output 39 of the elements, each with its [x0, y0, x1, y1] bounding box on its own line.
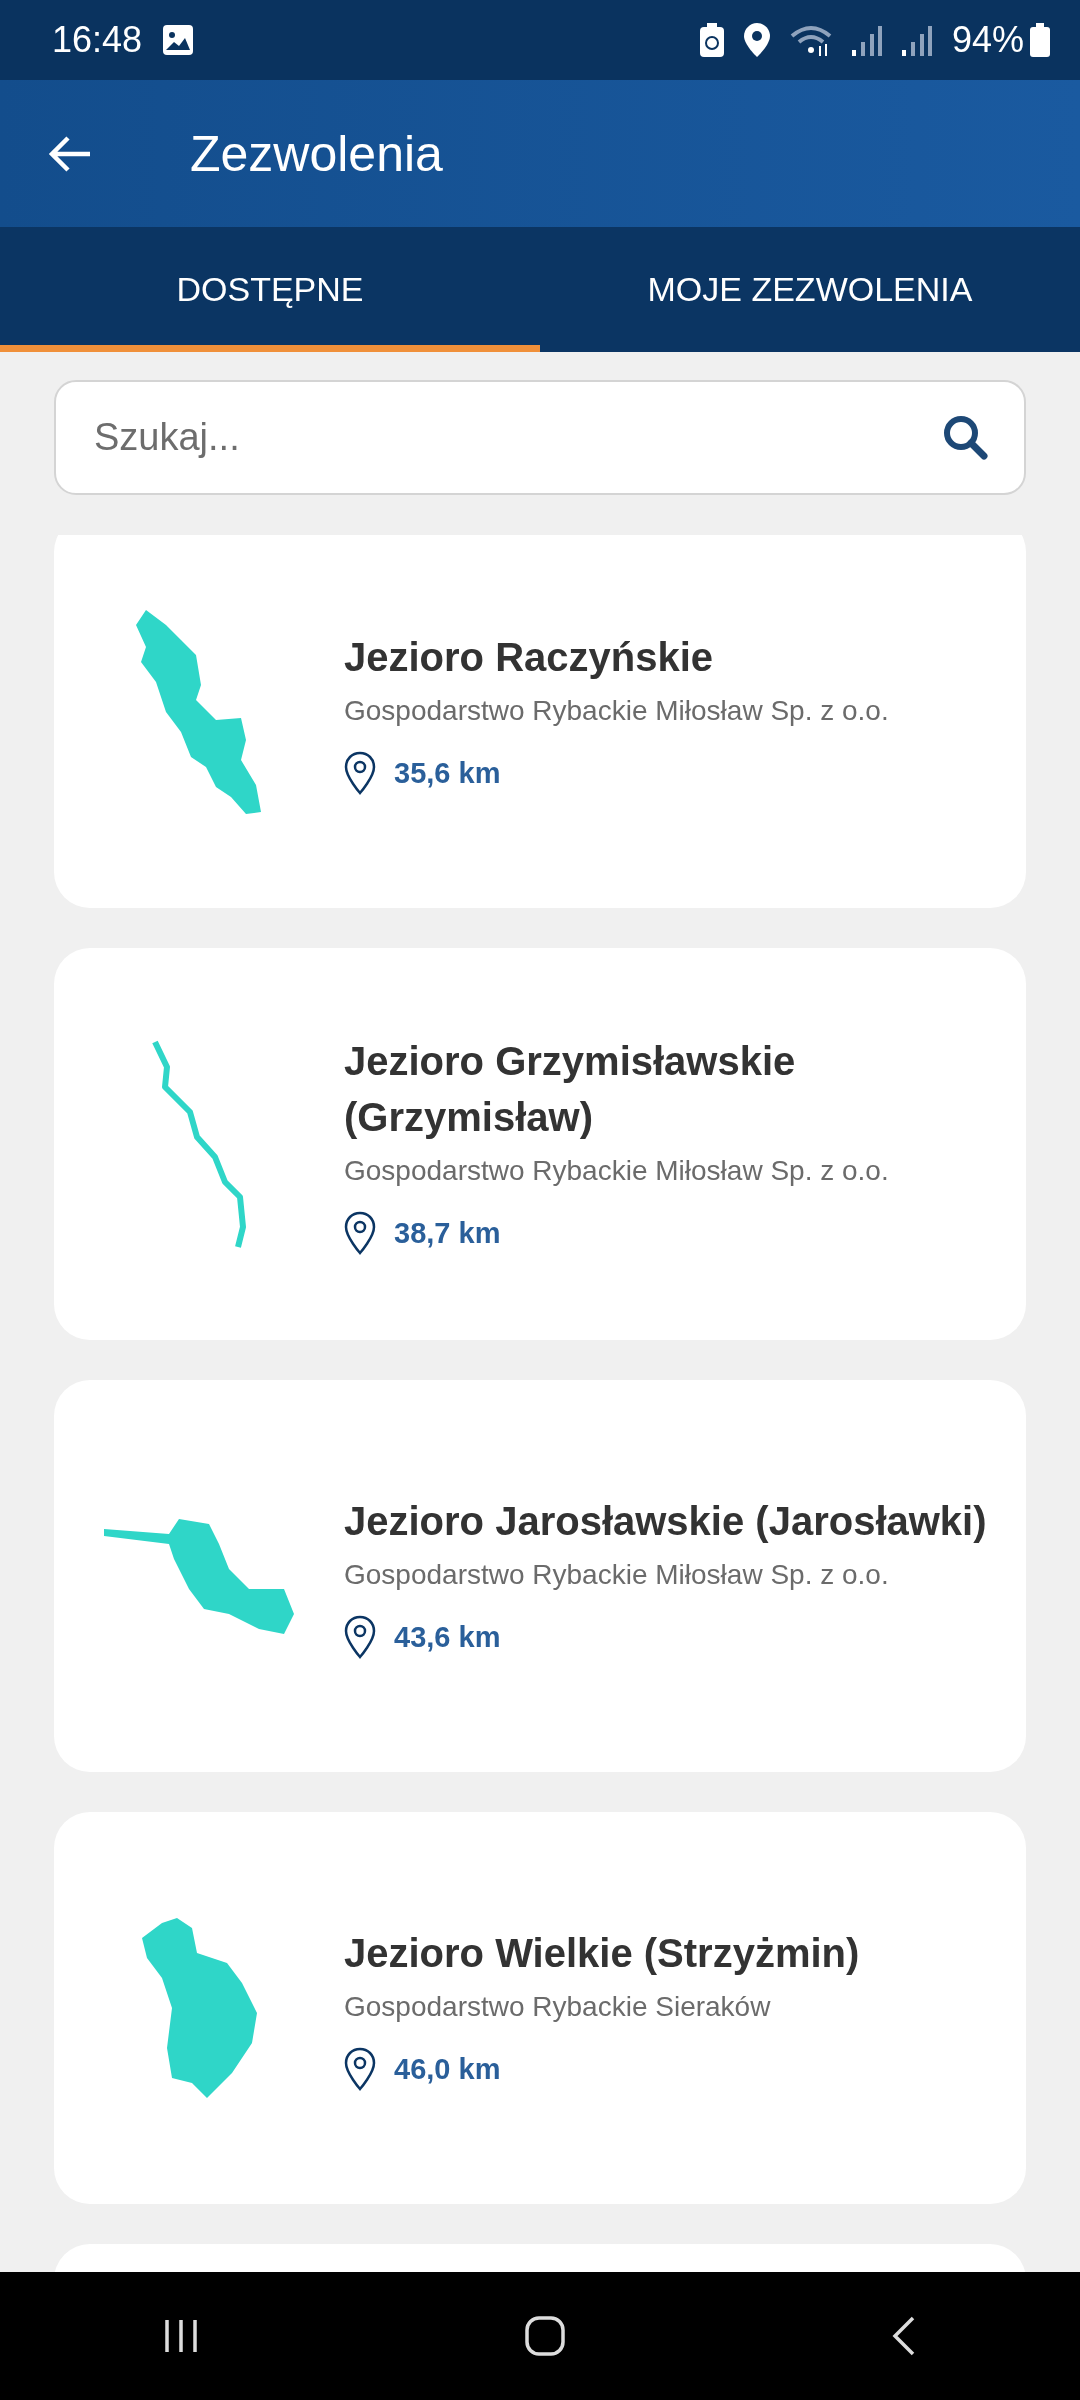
- lake-shape-icon: [102, 1516, 296, 1636]
- location-pin-icon: [344, 1211, 376, 1255]
- lake-name: Jezioro Wielkie (Strzyżmin): [344, 1930, 861, 1977]
- lake-shape-icon: [134, 608, 264, 816]
- image-icon: [162, 24, 195, 56]
- search-field[interactable]: Szukaj...: [54, 380, 1026, 495]
- tab[interactable]: DOSTĘPNE: [0, 227, 540, 352]
- search-icon: [942, 414, 988, 460]
- lake-card[interactable]: Jezioro Grzymisławskie (Grzymisław) Gospodarstwo Rybackie Miłosław Sp. z o.o. 38,7 km: [54, 948, 1026, 1340]
- lake-name: Jezioro Raczyńskie: [344, 634, 715, 681]
- lake-distance: 35,6 km: [394, 756, 501, 790]
- lake-shape-icon: [139, 1916, 259, 2100]
- signal-icon: [851, 24, 882, 56]
- lake-name: Jezioro Grzymisławskie (Grzymisław): [344, 1038, 797, 1141]
- lake-distance: 38,7 km: [394, 1216, 501, 1250]
- lake-distance: 43,6 km: [394, 1620, 501, 1654]
- tab[interactable]: MOJE ZEZWOLENIA: [540, 227, 1080, 352]
- location-icon: [743, 23, 770, 57]
- location-pin-icon: [344, 751, 376, 795]
- lake-distance: 46,0 km: [394, 2052, 501, 2086]
- back-arrow-icon: [48, 133, 92, 174]
- battery-percent: 94%: [951, 19, 1024, 61]
- battery-icon: [1030, 23, 1050, 57]
- lake-owner: Gospodarstwo Rybackie Miłosław Sp. z o.o.: [344, 695, 890, 727]
- home-icon: [524, 2315, 566, 2357]
- location-pin-icon: [344, 2047, 376, 2091]
- lake-card[interactable]: Jezioro Wielkie (Strzyżmin) Gospodarstwo Rybackie Sieraków 46,0 km: [54, 1812, 1026, 2204]
- lake-owner: Gospodarstwo Rybackie Miłosław Sp. z o.o.: [344, 1155, 890, 1187]
- lake-card[interactable]: Jezioro Raczyńskie Gospodarstwo Rybackie Miłosław Sp. z o.o. 35,6 km: [54, 535, 1026, 908]
- status-time: 16:48: [52, 19, 143, 61]
- lake-card[interactable]: Jezioro Jarosławskie (Jarosławki) Gospodarstwo Rybackie Miłosław Sp. z o.o. 43,6 km: [54, 1380, 1026, 1772]
- wifi-icon: [789, 24, 832, 56]
- battery-saver-icon: [699, 23, 724, 57]
- signal-icon: [901, 24, 932, 56]
- location-pin-icon: [344, 1615, 376, 1659]
- lake-name: Jezioro Jarosławskie (Jarosławki): [344, 1498, 988, 1545]
- lake-owner: Gospodarstwo Rybackie Miłosław Sp. z o.o.: [344, 1559, 890, 1591]
- lake-owner: Gospodarstwo Rybackie Sieraków: [344, 1991, 772, 2023]
- screen-title: Zezwolenia: [190, 124, 443, 183]
